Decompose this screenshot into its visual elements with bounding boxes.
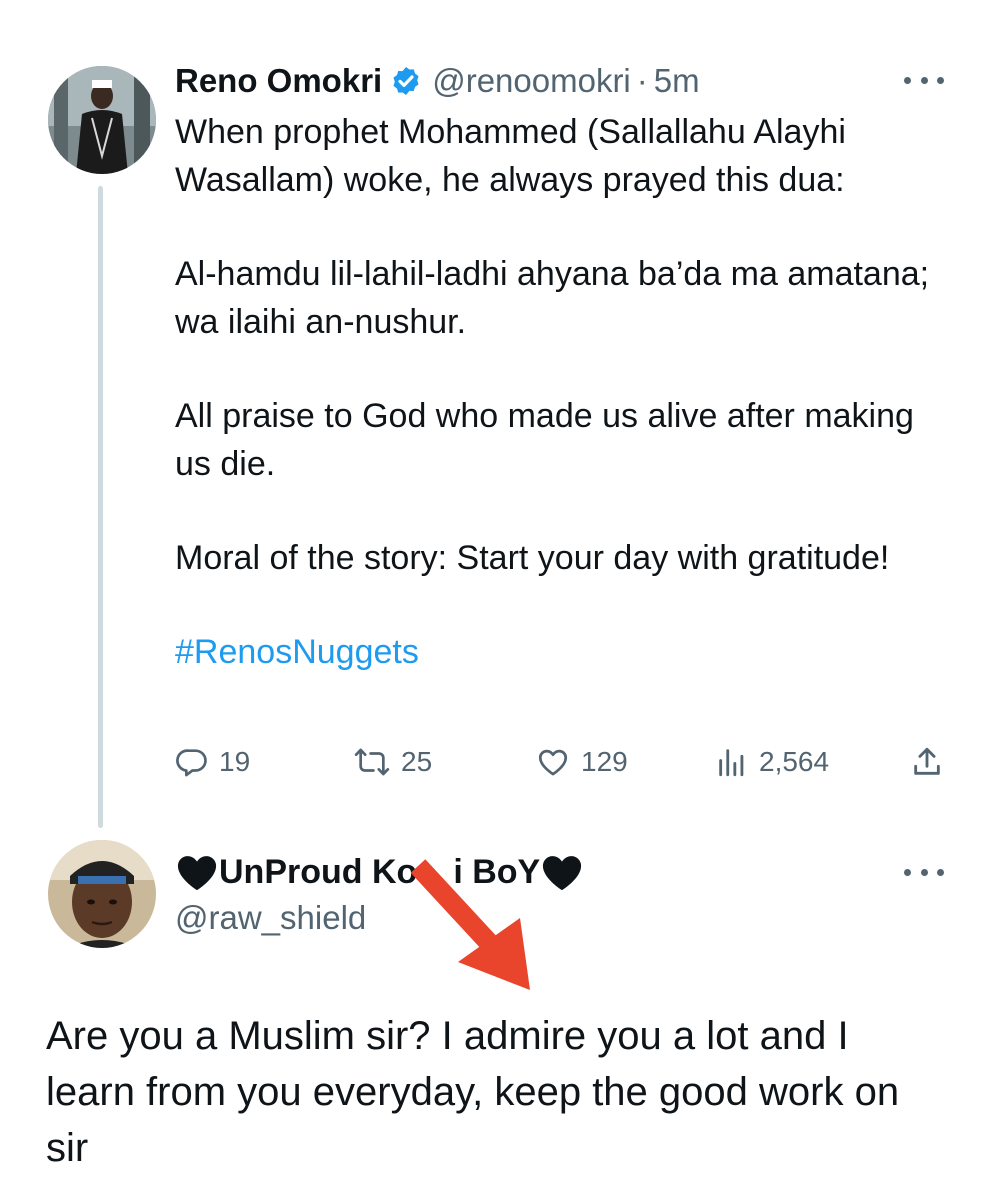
reply-count: 19	[219, 746, 251, 777]
tweet-timestamp[interactable]: 5m	[654, 62, 700, 100]
more-options-icon[interactable]	[904, 70, 944, 90]
author-handle[interactable]: @renoomokri	[432, 62, 631, 100]
retweet-count: 25	[401, 746, 433, 777]
tweet-body: When prophet Mohammed (Sallallahu Alayhi…	[175, 108, 935, 676]
reply-icon	[176, 749, 207, 777]
profile-photo-icon[interactable]	[48, 66, 156, 174]
reply-author-name[interactable]: UnProud Ko i BoY	[175, 848, 584, 896]
views-chart-icon	[719, 749, 744, 777]
black-heart-icon	[543, 856, 582, 891]
reply-more-options-icon[interactable]	[904, 862, 944, 882]
header-separator: ·	[636, 62, 648, 99]
like-count: 129	[581, 746, 628, 777]
views-button[interactable]: 2,564	[715, 738, 829, 786]
reply-display-name: UnProud Ko	[219, 852, 418, 891]
view-count: 2,564	[759, 746, 830, 777]
tweet-actions-bar: 19 25 129 2,564	[175, 738, 945, 786]
retweet-button[interactable]: 25	[353, 738, 432, 786]
tweet-paragraph: Al-hamdu lil-lahil-ladhi ahyana ba’da ma…	[175, 255, 930, 341]
share-icon	[914, 747, 940, 775]
tweet-paragraph: Moral of the story: Start your day with …	[175, 539, 890, 577]
share-button[interactable]	[910, 738, 944, 786]
verified-badge-icon	[393, 67, 419, 95]
reply-author-handle[interactable]: @raw_shield	[175, 896, 366, 940]
thread-connector-line	[98, 186, 103, 828]
reply-display-name-tail: i BoY	[453, 852, 541, 891]
reply-body: Are you a Muslim sir? I admire you a lot…	[46, 1014, 900, 1170]
tweet-paragraph: All praise to God who made us alive afte…	[175, 397, 914, 483]
tweet-header: Reno Omokri @renoomokri · 5m	[175, 58, 700, 104]
like-button[interactable]: 129	[535, 738, 628, 786]
black-heart-icon	[177, 856, 217, 891]
hashtag-link[interactable]: #RenosNuggets	[175, 628, 935, 676]
reply-button[interactable]: 19	[175, 738, 250, 786]
reply-profile-photo-icon[interactable]	[48, 840, 156, 948]
retweet-icon	[354, 748, 390, 776]
heart-icon	[538, 749, 568, 776]
author-display-name[interactable]: Reno Omokri	[175, 62, 382, 100]
tweet-paragraph: When prophet Mohammed (Sallallahu Alayhi…	[175, 113, 846, 199]
